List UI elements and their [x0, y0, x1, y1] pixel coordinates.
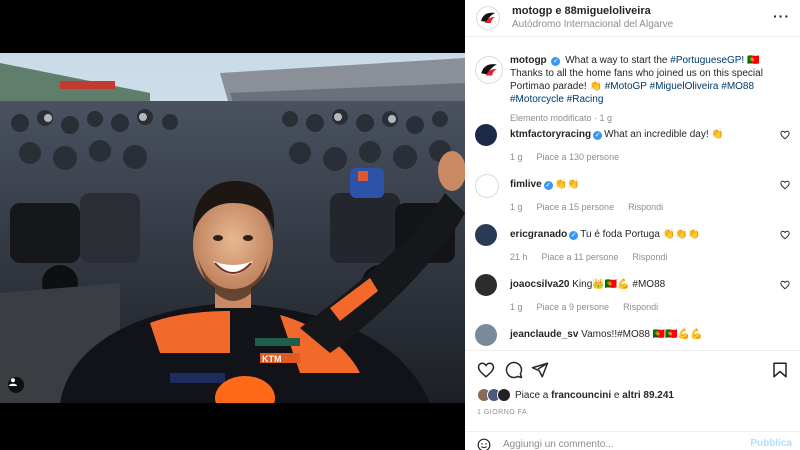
likers-avatars[interactable] — [477, 388, 511, 402]
header-usernames[interactable]: motogp e 88migueloliveira — [512, 4, 673, 18]
comments-list[interactable]: motogp ✓ What a way to start the #Portug… — [465, 48, 800, 348]
comment-message: What an incredible day! 👏 — [604, 129, 724, 140]
commenter-username[interactable]: ktmfactoryracing — [510, 129, 591, 140]
tag-user-icon[interactable] — [8, 377, 24, 393]
post-photo[interactable]: KTM — [0, 53, 465, 403]
caption-username[interactable]: motogp — [510, 55, 547, 66]
svg-text:KTM: KTM — [262, 354, 282, 364]
comment-heart-icon[interactable] — [780, 130, 790, 140]
liker-username[interactable]: francouncini — [551, 390, 611, 401]
verified-badge-icon: ✓ — [569, 231, 579, 240]
comment-input[interactable] — [503, 437, 733, 450]
comment-heart-icon[interactable] — [780, 280, 790, 290]
comment-message: King👑🇵🇹💪 #MO88 — [572, 279, 666, 290]
comment-text: fimlive ✓ 👏👏 — [510, 174, 793, 191]
comment-meta: 1 g Piace a 130 persone — [510, 152, 793, 162]
comment-heart-icon[interactable] — [780, 180, 790, 190]
likes-summary: Piace a francouncini e altri 89.241 — [477, 388, 674, 402]
comment-text: joaocsilva20 King👑🇵🇹💪 #MO88 — [510, 274, 793, 291]
add-comment-bar: Pubblica — [465, 431, 800, 450]
commenter-avatar[interactable] — [475, 124, 497, 146]
heart-icon[interactable] — [477, 361, 495, 379]
caption-text: motogp ✓ What a way to start the #Portug… — [510, 54, 793, 125]
comment-message: Vamos!!#MO88 🇵🇹🇵🇹💪💪 — [581, 329, 703, 340]
post-caption: motogp ✓ What a way to start the #Portug… — [475, 54, 793, 125]
comment-text: ktmfactoryracing ✓ What an incredible day!… — [510, 124, 793, 141]
comment-time[interactable]: 1 g — [510, 152, 523, 162]
reply-button[interactable]: Rispondi — [628, 202, 663, 212]
comment-likes[interactable]: Piace a 9 persone — [537, 302, 610, 312]
publish-button[interactable]: Pubblica — [750, 438, 792, 449]
comment-time[interactable]: 1 g — [510, 202, 523, 212]
motogp-avatar[interactable] — [476, 6, 500, 30]
motogp-logo-icon — [481, 12, 495, 23]
comment-text: jeanclaude_sv Vamos!!#MO88 🇵🇹🇵🇹💪💪 — [510, 324, 793, 341]
comment-row: jeanclaude_sv Vamos!!#MO88 🇵🇹🇵🇹💪💪 — [475, 324, 793, 346]
comment-meta: 21 h Piace a 11 persone Rispondi — [510, 252, 793, 262]
commenter-username[interactable]: joaocsilva20 — [510, 279, 569, 290]
commenter-avatar[interactable] — [475, 224, 497, 246]
comment-time[interactable]: 21 h — [510, 252, 528, 262]
selfie-photo-illustration: KTM — [0, 53, 465, 403]
post-header: motogp e 88migueloliveira Autódromo Inte… — [465, 0, 800, 37]
commenter-avatar[interactable] — [475, 324, 497, 346]
comment-row: ericgranado ✓ Tu é foda Portuga 👏👏👏 21 h Pia… — [475, 224, 793, 262]
header-text: motogp e 88migueloliveira Autódromo Inte… — [512, 4, 673, 32]
comment-row: joaocsilva20 King👑🇵🇹💪 #MO88 1 g Piace a 9 … — [475, 274, 793, 312]
header-location[interactable]: Autódromo Internacional del Algarve — [512, 18, 673, 32]
reply-button[interactable]: Rispondi — [632, 252, 667, 262]
bookmark-icon[interactable] — [771, 361, 789, 379]
comment-icon[interactable] — [505, 361, 523, 379]
likes-prefix: Piace a — [515, 389, 552, 401]
likes-count[interactable]: altri 89.241 — [622, 390, 674, 401]
comment-likes[interactable]: Piace a 130 persone — [537, 152, 620, 162]
reply-button[interactable]: Rispondi — [623, 302, 658, 312]
caption-text-start: What a way to start the — [565, 55, 671, 66]
comment-message: Tu é foda Portuga 👏👏👏 — [580, 229, 701, 240]
comment-time[interactable]: 1 g — [510, 302, 523, 312]
more-options-icon[interactable]: ··· — [773, 8, 790, 24]
verified-badge-icon: ✓ — [543, 181, 553, 190]
hashtag-portuguesegp[interactable]: #PortugueseGP! — [670, 55, 744, 66]
comment-meta: 1 g Piace a 15 persone Rispondi — [510, 202, 793, 212]
comment-message: 👏👏 — [554, 179, 580, 190]
comment-likes[interactable]: Piace a 15 persone — [537, 202, 615, 212]
emoji-icon[interactable] — [477, 438, 491, 450]
comment-row: ktmfactoryracing ✓ What an incredible day!… — [475, 124, 793, 162]
comment-likes[interactable]: Piace a 11 persone — [542, 252, 619, 262]
commenter-avatar[interactable] — [475, 274, 497, 296]
verified-badge-icon: ✓ — [593, 131, 603, 140]
post-actions: Piace a francouncini e altri 89.241 1 GI… — [465, 350, 800, 450]
commenter-username[interactable]: jeanclaude_sv — [510, 329, 578, 340]
comment-row: fimlive ✓ 👏👏 1 g Piace a 15 persone Rispondi — [475, 174, 793, 212]
verified-badge-icon: ✓ — [551, 57, 561, 66]
caption-avatar[interactable] — [475, 56, 503, 84]
comment-heart-icon[interactable] — [780, 230, 790, 240]
likes-text: Piace a francouncini e altri 89.241 — [515, 390, 674, 401]
commenter-username[interactable]: ericgranado — [510, 229, 567, 240]
share-icon[interactable] — [531, 361, 549, 379]
commenter-username[interactable]: fimlive — [510, 179, 542, 190]
comment-text: ericgranado ✓ Tu é foda Portuga 👏👏👏 — [510, 224, 793, 241]
liker-avatar — [497, 388, 511, 402]
post-timestamp[interactable]: 1 GIORNO FA — [477, 409, 527, 416]
commenter-avatar[interactable] — [475, 174, 499, 198]
likes-conjunction: e — [611, 389, 623, 401]
motogp-logo-icon — [481, 64, 497, 76]
post-details-panel: motogp e 88migueloliveira Autódromo Inte… — [465, 0, 800, 450]
comment-meta: 1 g Piace a 9 persone Rispondi — [510, 302, 793, 312]
